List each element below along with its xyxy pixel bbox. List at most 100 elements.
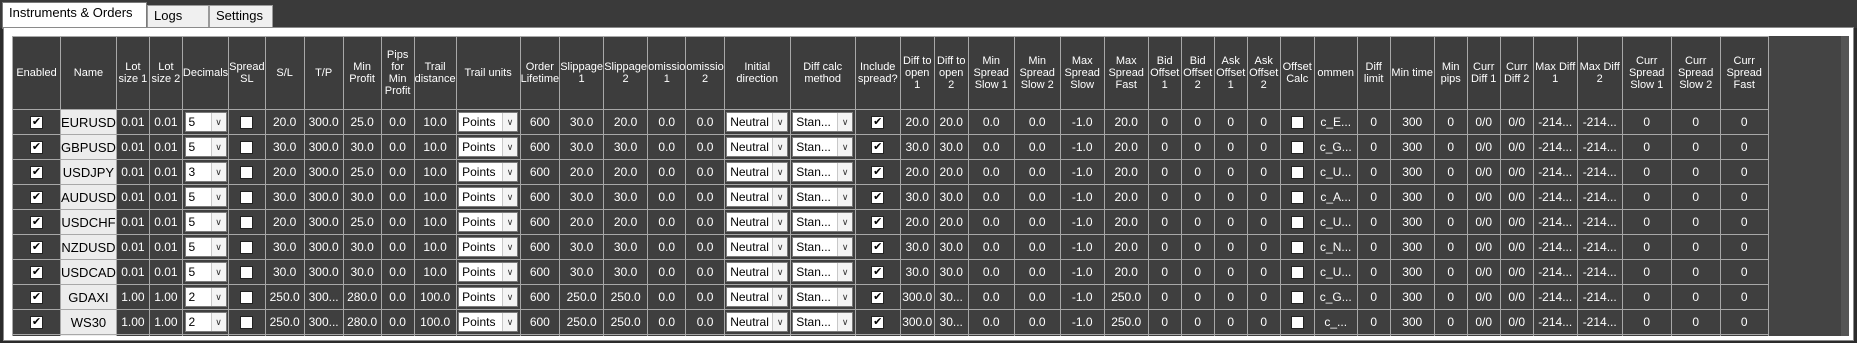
cell-trailunits[interactable]: Points ∨ <box>455 184 521 210</box>
cell-minss2[interactable]: 0.0 <box>1013 334 1061 336</box>
table-row[interactable]: ✔ NZDUSD 0.01 0.01 5 ∨ 30.0 300.0 30.0 0.0 10.0 Poi… <box>12 234 1769 260</box>
chevron-down-icon[interactable]: ∨ <box>210 313 226 331</box>
cell-ao2[interactable]: 0 <box>1246 234 1281 260</box>
cell-ommen[interactable]: c_U... <box>1313 159 1358 185</box>
cell-dto1[interactable]: 20.0 <box>899 109 935 135</box>
cell-decimals[interactable]: 5 ∨ <box>181 259 230 285</box>
cell-lifetime[interactable]: 600 <box>519 109 561 135</box>
chevron-down-icon[interactable]: ∨ <box>502 288 518 306</box>
spreadsl-checkbox[interactable] <box>240 241 254 255</box>
cell-dto1[interactable]: 30.0 <box>899 134 935 160</box>
cell-traildist[interactable]: 10.0 <box>413 234 457 260</box>
cell-sl[interactable]: 20.0 <box>264 209 305 235</box>
cell-minss1[interactable]: 0.0 <box>967 184 1015 210</box>
trailunits-dropdown[interactable]: Points ∨ <box>458 212 519 232</box>
cell-ao1[interactable]: 0 <box>1213 334 1248 336</box>
cell-minss1[interactable]: 0.0 <box>967 109 1015 135</box>
column-header-offcalc[interactable]: Offset Calc <box>1279 36 1315 110</box>
cell-lot1[interactable]: 0.01 <box>115 109 150 135</box>
cell-maxsf[interactable]: 20.0 <box>1103 234 1149 260</box>
cell-minss2[interactable]: 0.0 <box>1013 184 1061 210</box>
cell-sl[interactable]: 30.0 <box>264 234 305 260</box>
cell-traildist[interactable]: 10.0 <box>413 334 457 336</box>
cell-spreadsl[interactable] <box>228 134 266 160</box>
initdir-dropdown[interactable]: Neutral ∨ <box>726 262 789 282</box>
cell-minss1[interactable]: 0.0 <box>967 284 1015 310</box>
spreadsl-checkbox[interactable] <box>240 291 254 305</box>
cell-dto2[interactable]: 30.0 <box>933 134 969 160</box>
cell-minprofit[interactable]: 30.0 <box>342 259 382 285</box>
cell-ommen[interactable]: c_A... <box>1313 184 1358 210</box>
cell-om1[interactable]: 0.0 <box>647 159 687 185</box>
cell-mintime[interactable]: 300 <box>1389 309 1435 335</box>
decimals-dropdown[interactable]: 5 ∨ <box>184 112 227 132</box>
chevron-down-icon[interactable]: ∨ <box>837 163 853 181</box>
cell-minprofit[interactable]: 30.0 <box>342 134 382 160</box>
chevron-down-icon[interactable]: ∨ <box>772 313 788 331</box>
column-header-diffcalc[interactable]: Diff calc method <box>789 36 856 110</box>
column-header-bo1[interactable]: Bid Offset 1 <box>1147 36 1182 110</box>
cell-lifetime[interactable]: 600 <box>519 284 561 310</box>
cell-maxss[interactable]: -1.0 <box>1059 259 1105 285</box>
cell-ao1[interactable]: 0 <box>1213 209 1248 235</box>
cell-name[interactable]: GBPUSD <box>60 134 117 160</box>
cell-dto1[interactable]: 300.0 <box>899 284 935 310</box>
cell-name[interactable]: USDJPY <box>60 159 117 185</box>
cell-maxss[interactable]: -1.0 <box>1059 209 1105 235</box>
initdir-dropdown[interactable]: Neutral ∨ <box>726 287 789 307</box>
cell-dto1[interactable]: 30.0 <box>899 184 935 210</box>
cell-cd2[interactable]: 0/0 <box>1499 184 1534 210</box>
cell-spreadsl[interactable] <box>228 284 266 310</box>
cell-md1[interactable]: -214... <box>1532 259 1578 285</box>
cell-cd1[interactable]: 0/0 <box>1466 209 1501 235</box>
cell-maxsf[interactable]: 20.0 <box>1103 109 1149 135</box>
cell-om1[interactable]: 0.0 <box>647 334 687 336</box>
cell-lot2[interactable]: 0.01 <box>148 234 183 260</box>
cell-enabled[interactable]: ✔ <box>12 259 61 285</box>
cell-ao2[interactable]: 0 <box>1246 109 1281 135</box>
cell-bo1[interactable]: 0 <box>1147 134 1182 160</box>
column-header-slip1[interactable]: Slippage 1 <box>559 36 605 110</box>
decimals-dropdown[interactable]: 2 ∨ <box>184 287 227 307</box>
cell-inclspread[interactable]: ✔ <box>854 159 901 185</box>
column-header-bo2[interactable]: Bid Offset 2 <box>1180 36 1215 110</box>
cell-md2[interactable]: -214... <box>1576 209 1623 235</box>
cell-decimals[interactable]: 5 ∨ <box>181 184 230 210</box>
cell-slip2[interactable]: 30.0 <box>603 184 649 210</box>
cell-om1[interactable]: 0.0 <box>647 209 687 235</box>
cell-ao1[interactable]: 0 <box>1213 184 1248 210</box>
cell-csf[interactable]: 0 <box>1719 309 1769 335</box>
cell-sl[interactable]: 20.0 <box>264 159 305 185</box>
cell-md1[interactable]: -214... <box>1532 234 1578 260</box>
cell-bo2[interactable]: 0 <box>1180 184 1215 210</box>
cell-pipsmin[interactable]: 0.0 <box>380 334 415 336</box>
cell-ommen[interactable]: c_... <box>1313 309 1358 335</box>
spreadsl-checkbox[interactable] <box>240 216 254 230</box>
cell-enabled[interactable]: ✔ <box>12 109 61 135</box>
cell-cd2[interactable]: 0/0 <box>1499 309 1534 335</box>
column-header-name[interactable]: Name <box>60 36 117 110</box>
cell-inclspread[interactable]: ✔ <box>854 234 901 260</box>
cell-sl[interactable]: 250.0 <box>264 284 305 310</box>
column-header-om1[interactable]: omissio 1 <box>647 36 687 110</box>
column-header-ommen[interactable]: ommen <box>1313 36 1358 110</box>
table-row[interactable]: ✔ AUDUSD 0.01 0.01 5 ∨ 30.0 300.0 30.0 0.0 10.0 Poi… <box>12 184 1769 210</box>
chevron-down-icon[interactable]: ∨ <box>210 263 226 281</box>
cell-traildist[interactable]: 100.0 <box>413 284 457 310</box>
cell-md1[interactable]: -214... <box>1532 209 1578 235</box>
diffcalc-dropdown[interactable]: Stan... ∨ <box>792 237 854 257</box>
column-header-dto2[interactable]: Diff to open 2 <box>933 36 969 110</box>
trailunits-dropdown[interactable]: Points ∨ <box>458 262 519 282</box>
cell-trailunits[interactable]: Points ∨ <box>455 309 521 335</box>
cell-cd1[interactable]: 0/0 <box>1466 334 1501 336</box>
cell-bo2[interactable]: 0 <box>1180 209 1215 235</box>
cell-dto1[interactable]: 30.0 <box>899 234 935 260</box>
cell-om2[interactable]: 0.0 <box>685 284 725 310</box>
cell-csf[interactable]: 0 <box>1719 134 1769 160</box>
inclspread-checkbox[interactable]: ✔ <box>871 241 885 255</box>
diffcalc-dropdown[interactable]: Stan... ∨ <box>792 287 854 307</box>
cell-diffcalc[interactable]: Stan... ∨ <box>789 284 856 310</box>
inclspread-checkbox[interactable]: ✔ <box>871 141 885 155</box>
cell-om1[interactable]: 0.0 <box>647 234 687 260</box>
cell-decimals[interactable]: 5 ∨ <box>181 234 230 260</box>
